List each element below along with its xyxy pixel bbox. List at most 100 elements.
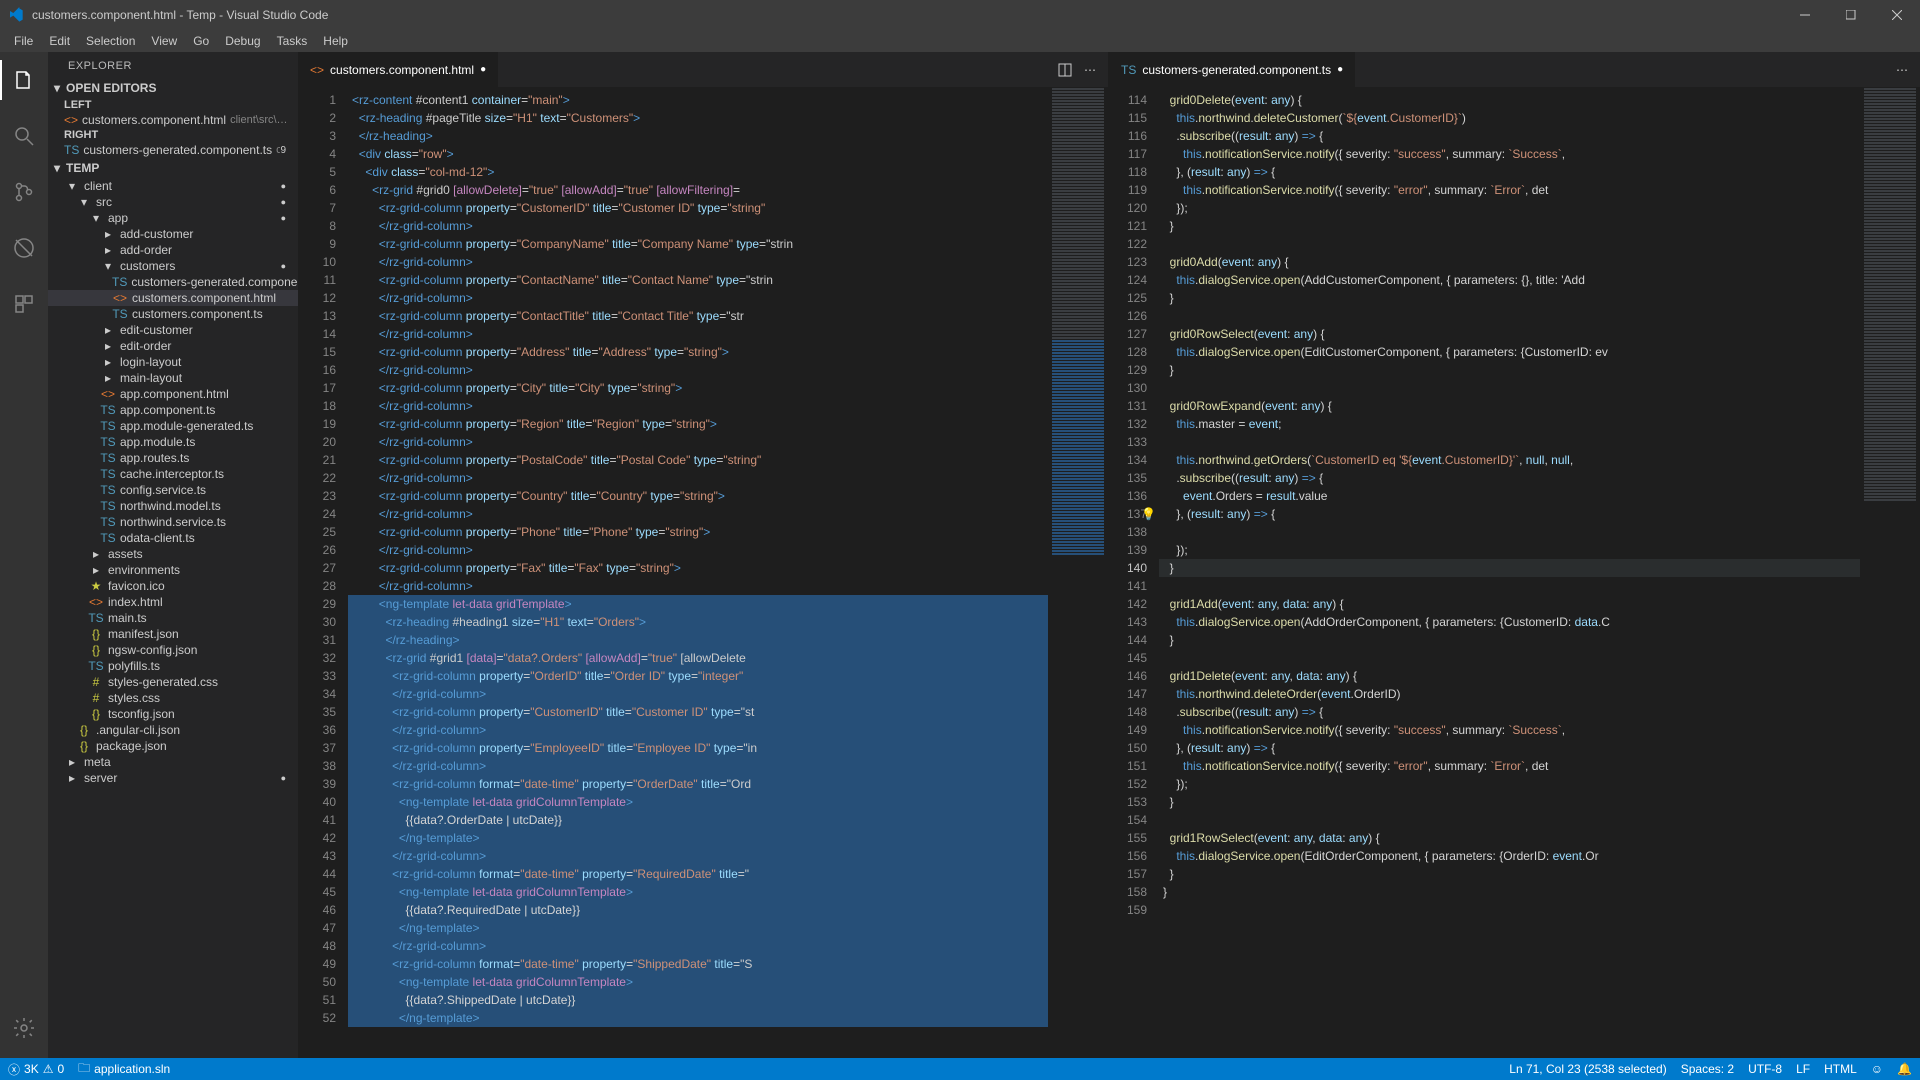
- more-actions-icon[interactable]: ⋯: [1084, 63, 1096, 77]
- bell-icon[interactable]: 🔔: [1897, 1062, 1912, 1076]
- tab-customers-generated-ts[interactable]: TS customers-generated.component.ts ●: [1109, 52, 1355, 87]
- tree-item[interactable]: {}package.json: [48, 738, 298, 754]
- open-editors-left: LEFT: [48, 98, 298, 112]
- open-editor-left-file[interactable]: <> customers.component.html client\src\a…: [48, 112, 298, 128]
- tree-item[interactable]: ▾ src●: [48, 194, 298, 210]
- tree-item[interactable]: TSodata-client.ts: [48, 530, 298, 546]
- maximize-button[interactable]: [1828, 0, 1874, 30]
- menu-selection[interactable]: Selection: [78, 32, 143, 50]
- editor-pane-right: TS customers-generated.component.ts ● ⋯ …: [1109, 52, 1920, 1058]
- ts-file-icon: TS: [1121, 63, 1136, 77]
- status-spaces[interactable]: Spaces: 2: [1681, 1062, 1734, 1076]
- chevron-icon: ▸: [88, 563, 104, 577]
- tree-item[interactable]: {}.angular-cli.json: [48, 722, 298, 738]
- tree-item[interactable]: #styles.css: [48, 690, 298, 706]
- tree-item[interactable]: ▸ main-layout: [48, 370, 298, 386]
- ts-file-icon: TS: [100, 419, 116, 433]
- status-eol[interactable]: LF: [1796, 1062, 1810, 1076]
- ts-file-icon: TS: [100, 531, 116, 545]
- tree-item[interactable]: ▸ edit-customer: [48, 322, 298, 338]
- search-icon[interactable]: [0, 116, 48, 156]
- status-encoding[interactable]: UTF-8: [1748, 1062, 1782, 1076]
- minimize-button[interactable]: [1782, 0, 1828, 30]
- menu-go[interactable]: Go: [185, 32, 217, 50]
- tree-item[interactable]: TSconfig.service.ts: [48, 482, 298, 498]
- tree-item[interactable]: ▸ assets: [48, 546, 298, 562]
- tree-item[interactable]: ▸ server●: [48, 770, 298, 786]
- json-file-icon: {}: [76, 723, 92, 737]
- tree-item[interactable]: TSapp.module.ts: [48, 434, 298, 450]
- more-actions-icon[interactable]: ⋯: [1896, 63, 1908, 77]
- tree-item[interactable]: {}tsconfig.json: [48, 706, 298, 722]
- json-file-icon: {}: [88, 707, 104, 721]
- activity-bar: [0, 52, 48, 1058]
- gutter-left: 1234567891011121314151617181920212223242…: [298, 87, 348, 1058]
- favicon-icon: ★: [88, 579, 104, 593]
- tree-item[interactable]: TScustomers-generated.component.ts9: [48, 274, 298, 290]
- menu-debug[interactable]: Debug: [217, 32, 268, 50]
- tree-item[interactable]: ▸ login-layout: [48, 354, 298, 370]
- tree-item[interactable]: TSapp.module-generated.ts: [48, 418, 298, 434]
- editor-pane-left: <> customers.component.html ● ⋯ 12345678…: [298, 52, 1109, 1058]
- menu-help[interactable]: Help: [315, 32, 356, 50]
- open-editors-section[interactable]: ▾OPEN EDITORS: [48, 78, 298, 98]
- error-icon: ⓧ: [8, 1061, 20, 1078]
- ts-file-icon: TS: [100, 499, 116, 513]
- tree-item[interactable]: TSapp.component.ts: [48, 402, 298, 418]
- tree-item[interactable]: ▸ add-customer: [48, 226, 298, 242]
- tree-item[interactable]: TSmain.ts: [48, 610, 298, 626]
- status-errors[interactable]: ⓧ 3K ⚠ 0: [8, 1061, 64, 1078]
- tree-item[interactable]: TSnorthwind.model.ts: [48, 498, 298, 514]
- close-window-button[interactable]: [1874, 0, 1920, 30]
- settings-gear-icon[interactable]: [0, 1008, 48, 1048]
- tree-item[interactable]: TScustomers.component.ts: [48, 306, 298, 322]
- tree-item[interactable]: ▸ add-order: [48, 242, 298, 258]
- menu-tasks[interactable]: Tasks: [269, 32, 316, 50]
- tree-item[interactable]: ▾ customers●: [48, 258, 298, 274]
- menu-edit[interactable]: Edit: [41, 32, 78, 50]
- tree-item[interactable]: <>index.html: [48, 594, 298, 610]
- minimap-right[interactable]: [1860, 87, 1920, 1058]
- split-editor-icon[interactable]: [1058, 63, 1072, 77]
- tree-item[interactable]: ★favicon.ico: [48, 578, 298, 594]
- menu-view[interactable]: View: [143, 32, 185, 50]
- ts-file-icon: TS: [100, 483, 116, 497]
- code-editor-right[interactable]: grid0Delete(event: any) { this.northwind…: [1159, 87, 1860, 1058]
- tree-item[interactable]: TScache.interceptor.ts: [48, 466, 298, 482]
- debug-icon[interactable]: [0, 228, 48, 268]
- chevron-icon: ▾: [64, 179, 80, 193]
- tree-item[interactable]: TSapp.routes.ts: [48, 450, 298, 466]
- temp-section[interactable]: ▾TEMP: [48, 158, 298, 178]
- tree-item[interactable]: ▾ app●: [48, 210, 298, 226]
- code-editor-left[interactable]: <rz-content #content1 container="main"> …: [348, 87, 1048, 1058]
- open-editor-right-file[interactable]: TS customers-generated.component.ts clie…: [48, 142, 298, 158]
- tree-item[interactable]: <>customers.component.html: [48, 290, 298, 306]
- menu-file[interactable]: File: [6, 32, 41, 50]
- html-file-icon: <>: [310, 63, 324, 77]
- status-position[interactable]: Ln 71, Col 23 (2538 selected): [1509, 1062, 1666, 1076]
- tree-item[interactable]: <>app.component.html: [48, 386, 298, 402]
- extensions-icon[interactable]: [0, 284, 48, 324]
- feedback-icon[interactable]: ☺: [1871, 1062, 1883, 1076]
- tree-item[interactable]: TSpolyfills.ts: [48, 658, 298, 674]
- warning-icon: ⚠: [43, 1062, 54, 1076]
- tree-item[interactable]: #styles-generated.css: [48, 674, 298, 690]
- tree-item[interactable]: ▸ meta: [48, 754, 298, 770]
- tree-item[interactable]: {}manifest.json: [48, 626, 298, 642]
- tree-item[interactable]: ▸ environments: [48, 562, 298, 578]
- menubar: FileEditSelectionViewGoDebugTasksHelp: [0, 30, 1920, 52]
- source-control-icon[interactable]: [0, 172, 48, 212]
- tree-item[interactable]: {}ngsw-config.json: [48, 642, 298, 658]
- tree-item[interactable]: ▸ edit-order: [48, 338, 298, 354]
- minimap-left[interactable]: [1048, 87, 1108, 1058]
- chevron-icon: ▸: [100, 227, 116, 241]
- explorer-icon[interactable]: [0, 60, 48, 100]
- status-language[interactable]: HTML: [1824, 1062, 1857, 1076]
- status-solution[interactable]: 🗀 application.sln: [78, 1059, 170, 1080]
- tree-item[interactable]: TSnorthwind.service.ts: [48, 514, 298, 530]
- tab-customers-html[interactable]: <> customers.component.html ●: [298, 52, 498, 87]
- tree-item[interactable]: ▾ client●: [48, 178, 298, 194]
- modified-dot-icon: ●: [281, 181, 292, 191]
- tabs-right: TS customers-generated.component.ts ● ⋯: [1109, 52, 1920, 87]
- chevron-icon: ▸: [64, 771, 80, 785]
